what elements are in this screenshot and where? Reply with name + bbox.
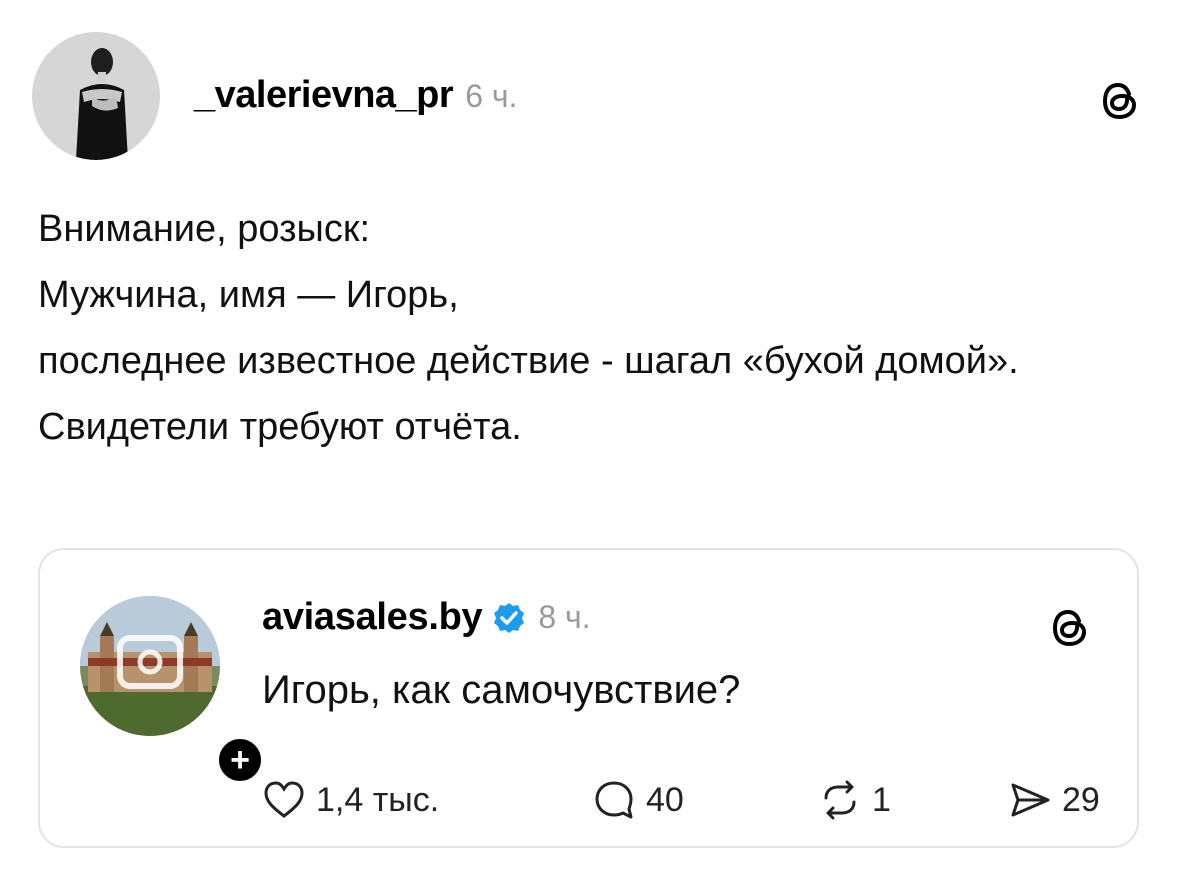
author-avatar[interactable]	[32, 32, 160, 160]
post-line: Свидетели требуют отчёта.	[38, 406, 522, 448]
quoted-post-text: Игорь, как самочувствие?	[262, 668, 741, 712]
post-body: Внимание, розыск: Мужчина, имя — Игорь, …	[38, 196, 1148, 460]
quoted-post-card[interactable]: + aviasales.by 8 ч. Игорь, как самочувст…	[38, 548, 1139, 848]
post-time: 6 ч.	[465, 78, 518, 114]
action-bar: 1,4 тыс. 40 1 29	[262, 778, 1122, 828]
post-line: последнее известное действие - шагал «бу…	[38, 340, 1019, 382]
like-button[interactable]: 1,4 тыс.	[262, 778, 439, 822]
repost-button[interactable]: 1	[818, 778, 891, 822]
comment-count: 40	[646, 780, 684, 819]
author-username[interactable]: _valerievna_pr	[194, 74, 454, 117]
post-line: Внимание, розыск:	[38, 208, 371, 250]
author-avatar-photo	[32, 32, 160, 160]
share-button[interactable]: 29	[1008, 778, 1100, 822]
send-icon	[1011, 783, 1050, 817]
quoted-author-username[interactable]: aviasales.by	[262, 596, 483, 639]
post-line: Мужчина, имя — Игорь,	[38, 274, 459, 316]
comment-bubble-icon	[595, 781, 633, 819]
repost-count: 1	[872, 780, 891, 819]
quoted-author-avatar[interactable]	[80, 596, 220, 736]
follow-button[interactable]: +	[214, 734, 266, 786]
castle-photo	[80, 596, 220, 736]
repost-icon	[824, 780, 856, 820]
quoted-author-avatar-wrap: +	[80, 596, 266, 786]
quoted-post-header: aviasales.by 8 ч.	[262, 596, 591, 639]
threads-logo-icon[interactable]	[1098, 79, 1142, 123]
share-count: 29	[1062, 780, 1100, 819]
heart-icon	[264, 781, 304, 818]
like-count: 1,4 тыс.	[316, 780, 440, 819]
comment-button[interactable]: 40	[592, 778, 684, 822]
threads-logo-icon[interactable]	[1048, 606, 1092, 650]
verified-badge-icon	[494, 602, 525, 633]
post-header: _valerievna_pr 6 ч.	[194, 74, 517, 117]
quoted-post-time: 8 ч.	[538, 599, 591, 635]
